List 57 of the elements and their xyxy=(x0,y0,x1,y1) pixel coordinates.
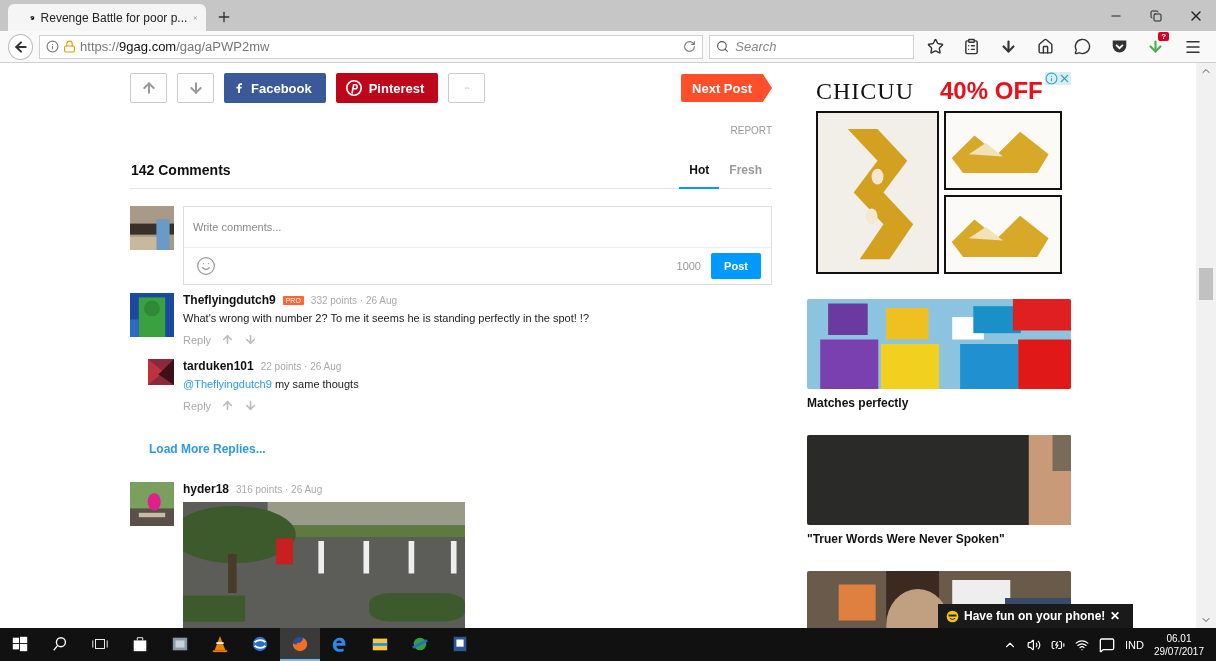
notification-badge: ? xyxy=(1158,32,1170,41)
post-title[interactable]: "Truer Words Were Never Spoken" xyxy=(807,532,1071,546)
upvote-button[interactable] xyxy=(130,73,167,103)
comment-text: @Theflyingdutch9 my same thougts xyxy=(183,378,360,390)
post-title[interactable]: Matches perfectly xyxy=(807,396,1071,410)
browser-tab[interactable]: Revenge Battle for poor p... xyxy=(8,4,206,31)
shopping-bag-icon xyxy=(131,634,149,653)
comment-text: What's wrong with number 2? To me it seems he is standing perfectly in the spot! !? xyxy=(183,312,591,324)
traffic-cone-icon xyxy=(211,634,229,653)
comments-title: 142 Comments xyxy=(131,162,232,178)
fox-globe-icon xyxy=(291,634,309,653)
document-icon xyxy=(451,634,469,653)
smiley-icon xyxy=(946,609,959,623)
ad-offer: 40% OFF xyxy=(940,77,1043,105)
scrollbar[interactable] xyxy=(1196,63,1216,628)
reading-list-icon[interactable] xyxy=(963,38,981,55)
comment-meta: 316 points · 26 Aug xyxy=(236,483,323,495)
new-tab-icon[interactable] xyxy=(216,9,232,25)
pinterest-icon xyxy=(345,80,362,96)
toast-close-button[interactable]: ✕ xyxy=(1110,609,1121,623)
language-indicator[interactable]: IND xyxy=(1125,638,1144,651)
search-field[interactable]: Search xyxy=(709,34,914,59)
clock-time: 06.01 xyxy=(1166,631,1192,645)
facebook-icon xyxy=(234,80,244,96)
globe-icon xyxy=(251,634,269,653)
share-button[interactable]: Facebook xyxy=(224,73,326,103)
wifi-icon[interactable] xyxy=(1075,637,1089,652)
scrollbar-thumb[interactable] xyxy=(1199,268,1213,300)
character-counter: 1000 xyxy=(676,260,701,272)
home-icon[interactable] xyxy=(1037,38,1054,55)
comment-author[interactable]: tarduken101 xyxy=(183,359,254,373)
clock-date: 29/07/2017 xyxy=(1153,644,1204,658)
comment-meta: 332 points · 26 Aug xyxy=(310,294,398,306)
comment-author[interactable]: hyder18 xyxy=(183,482,230,496)
back-button[interactable] xyxy=(8,33,34,60)
speaker-icon[interactable] xyxy=(1027,637,1041,652)
comment-author[interactable]: Theflyingdutch9 xyxy=(183,293,276,307)
download-manager-icon[interactable] xyxy=(1147,38,1165,55)
address-bar[interactable]: https://9gag.com/gag/aPWP2mw xyxy=(39,34,704,59)
download-icon[interactable] xyxy=(1000,38,1018,55)
chat-icon[interactable] xyxy=(1073,38,1091,55)
reload-icon[interactable] xyxy=(683,40,697,53)
info-icon[interactable] xyxy=(46,40,60,53)
pocket-icon xyxy=(1110,38,1128,55)
downvote-button[interactable] xyxy=(177,73,214,103)
restore-icon[interactable] xyxy=(1150,9,1162,22)
search-icon xyxy=(716,40,730,53)
search-icon xyxy=(51,634,69,653)
comment-meta: 22 points · 26 Aug xyxy=(260,360,342,372)
emoji-icon[interactable] xyxy=(196,256,216,276)
ad-brand: CHICUU xyxy=(816,77,914,105)
share-button[interactable]: Pinterest xyxy=(335,73,439,103)
bookmark-star-icon[interactable] xyxy=(926,38,944,55)
sort-tab[interactable]: Hot xyxy=(679,163,720,189)
windows-icon xyxy=(11,634,29,653)
toast-text: Have fun on your phone! xyxy=(964,609,1106,623)
notification-icon[interactable] xyxy=(1099,636,1115,653)
